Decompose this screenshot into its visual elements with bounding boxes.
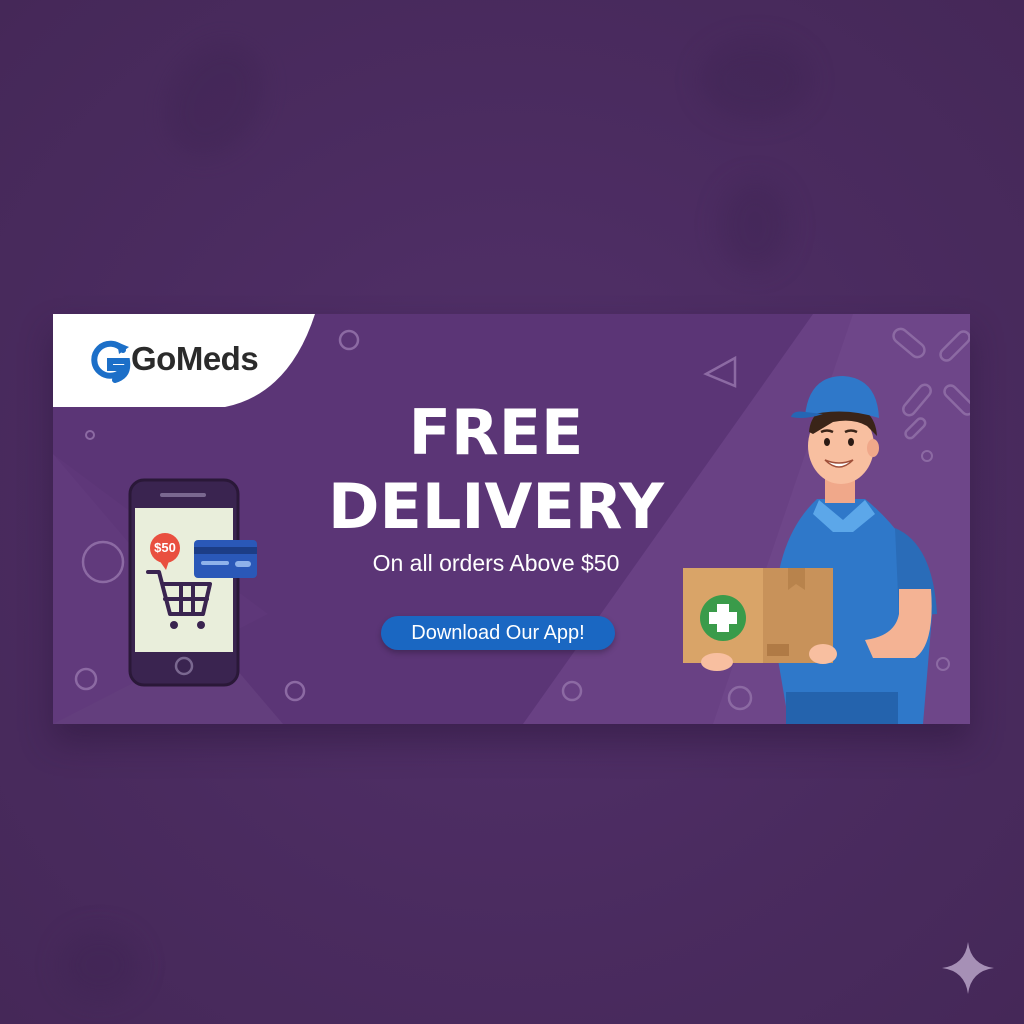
promo-banner[interactable]: GoMeds FREE DELIVERY On all orders Above… <box>53 314 970 724</box>
credit-card-icon <box>194 540 257 578</box>
background-blur-shape <box>60 930 140 1000</box>
sparkle-icon <box>942 942 994 994</box>
logo-panel[interactable]: GoMeds <box>53 314 315 407</box>
download-app-button[interactable]: Download Our App! <box>381 616 615 650</box>
medical-cross-icon <box>700 595 746 641</box>
price-badge-text: $50 <box>154 540 176 555</box>
background-blur-shape <box>720 180 790 270</box>
headline-line-1: FREE <box>408 396 584 469</box>
background-blur-shape <box>146 25 284 175</box>
headline-line-2: DELIVERY <box>328 470 664 543</box>
phone-illustration <box>128 478 257 687</box>
brand-name: GoMeds <box>131 340 259 377</box>
page: GoMeds FREE DELIVERY On all orders Above… <box>0 0 1024 1024</box>
background-blur-shape <box>700 40 810 120</box>
promo-subline: On all orders Above $50 <box>372 550 620 576</box>
